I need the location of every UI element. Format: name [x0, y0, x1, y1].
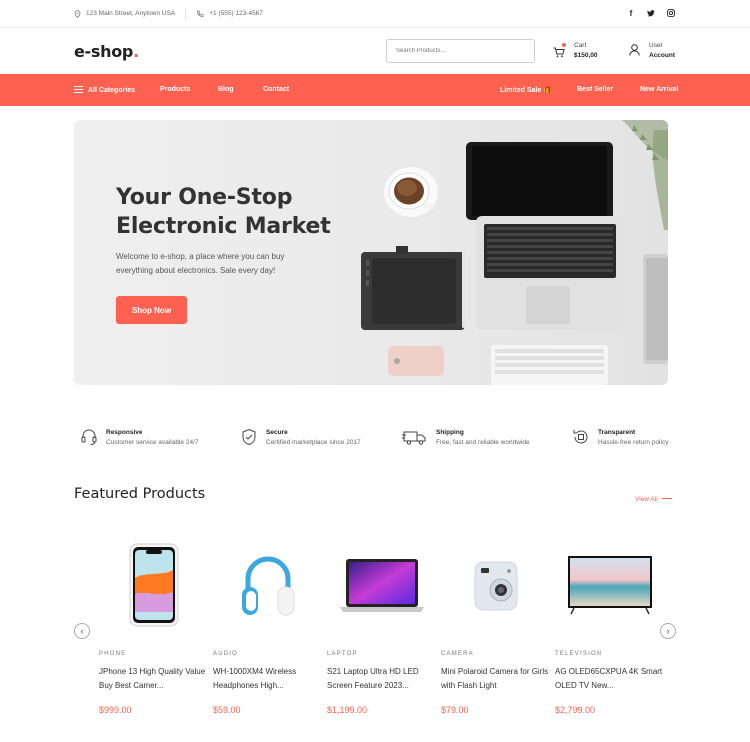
- chevron-right-icon: ›: [666, 626, 670, 636]
- cart-total: $150,00: [574, 52, 598, 59]
- cart-button[interactable]: Cart $150,00: [553, 41, 598, 63]
- carousel-prev-button[interactable]: ‹: [74, 623, 90, 639]
- product-name[interactable]: AG OLED65CXPUA 4K Smart OLED TV New...: [555, 665, 665, 693]
- feature-desc: Free, fast and reliable worldwide: [436, 439, 530, 446]
- product-image[interactable]: [99, 535, 209, 635]
- feature-shipping: Shipping Free, fast and reliable worldwid…: [402, 428, 530, 448]
- nav-blog[interactable]: Blog: [218, 86, 234, 93]
- product-card[interactable]: PHONE JPhone 13 High Quality Value Buy B…: [99, 535, 209, 715]
- headset-icon: [81, 429, 97, 445]
- location-pin-icon: [74, 9, 81, 18]
- product-image[interactable]: [441, 535, 551, 635]
- product-category: PHONE: [99, 651, 127, 657]
- feature-desc: Hassle-free return policy: [598, 439, 669, 446]
- address-item: 123 Main Street, Anytown USA: [74, 9, 176, 18]
- cart-icon: [553, 47, 565, 58]
- feature-desc: Customer service available 24/7: [106, 439, 199, 446]
- product-category: LAPTOP: [327, 651, 358, 657]
- nav-products[interactable]: Products: [160, 86, 190, 93]
- truck-icon: [402, 431, 426, 445]
- feature-title: Secure: [266, 429, 288, 436]
- cart-label: Cart: [574, 42, 587, 49]
- facebook-icon[interactable]: f: [626, 8, 636, 18]
- cart-badge-dot: [562, 43, 566, 47]
- feature-responsive: Responsive Customer service available 24/…: [80, 428, 199, 448]
- product-category: AUDIO: [213, 651, 239, 657]
- product-card[interactable]: CAMERA Mini Polaroid Camera for Girls wi…: [441, 535, 551, 715]
- account-label: Account: [649, 52, 675, 59]
- product-image[interactable]: [555, 535, 665, 635]
- phone-item: +1 (555) 123-4567: [196, 10, 263, 18]
- product-image[interactable]: [213, 535, 323, 635]
- account-button[interactable]: User Account: [629, 41, 675, 61]
- product-image[interactable]: [327, 535, 437, 635]
- site-logo[interactable]: e-shop.: [74, 42, 139, 61]
- nav-limited-sale[interactable]: Limited Sale 🎁: [500, 86, 552, 94]
- instagram-icon[interactable]: [666, 8, 676, 18]
- hero-subtitle: Welcome to e-shop, a place where you can…: [116, 252, 285, 275]
- phone-text: +1 (555) 123-4567: [209, 10, 263, 17]
- return-icon: [573, 430, 588, 444]
- product-price: $1,199.00: [327, 705, 368, 715]
- view-all-link[interactable]: View All: [635, 496, 672, 503]
- hero-banner: Your One-Stop Electronic Market Welcome …: [74, 120, 668, 385]
- feature-transparent: Transparent Hassle-free return policy: [572, 428, 668, 448]
- product-name[interactable]: WH-1000XM4 Wireless Headphones High...: [213, 665, 323, 693]
- top-info-bar: 123 Main Street, Anytown USA +1 (555) 12…: [0, 0, 750, 28]
- product-name[interactable]: S21 Laptop Ultra HD LED Screen Feature 2…: [327, 665, 437, 693]
- featured-products-title: Featured Products: [74, 486, 206, 502]
- nav-best-seller[interactable]: Best Seller: [577, 86, 613, 93]
- arrow-right-icon: [661, 498, 672, 499]
- product-category: CAMERA: [441, 651, 474, 657]
- twitter-icon[interactable]: [646, 8, 656, 18]
- product-card[interactable]: AUDIO WH-1000XM4 Wireless Headphones Hig…: [213, 535, 323, 715]
- menu-icon: [74, 86, 83, 93]
- feature-title: Shipping: [436, 429, 464, 436]
- nav-all-categories[interactable]: All Categories: [74, 86, 135, 94]
- shop-now-button[interactable]: Shop Now: [116, 296, 187, 324]
- address-text: 123 Main Street, Anytown USA: [86, 10, 176, 17]
- site-header: e-shop. Cart $150,00 User Account: [0, 28, 750, 74]
- feature-desc: Certified marketplace since 2017: [266, 439, 361, 446]
- product-price: $59.00: [213, 705, 241, 715]
- user-icon: [629, 44, 640, 56]
- feature-title: Transparent: [598, 429, 636, 436]
- nav-new-arrival[interactable]: New Arrival: [640, 86, 678, 93]
- product-name[interactable]: Mini Polaroid Camera for Girls with Flas…: [441, 665, 551, 693]
- product-price: $2,799.00: [555, 705, 596, 715]
- product-price: $999.00: [99, 705, 132, 715]
- user-label: User: [649, 42, 663, 49]
- shield-icon: [242, 428, 256, 446]
- product-category: TELEVISION: [555, 651, 603, 657]
- search-input[interactable]: [386, 39, 535, 63]
- phone-icon: [197, 10, 204, 17]
- product-price: $79.00: [441, 705, 469, 715]
- feature-secure: Secure Certified marketplace since 2017: [240, 428, 361, 448]
- feature-title: Responsive: [106, 429, 143, 436]
- nav-contact[interactable]: Contact: [263, 86, 289, 93]
- hero-title: Your One-Stop Electronic Market: [116, 185, 331, 239]
- chevron-left-icon: ‹: [80, 626, 84, 636]
- main-nav: All Categories Products Blog Contact Lim…: [0, 74, 750, 106]
- product-card[interactable]: LAPTOP S21 Laptop Ultra HD LED Screen Fe…: [327, 535, 437, 715]
- product-card[interactable]: TELEVISION AG OLED65CXPUA 4K Smart OLED …: [555, 535, 665, 715]
- product-name[interactable]: JPhone 13 High Quality Value Buy Best Ca…: [99, 665, 209, 693]
